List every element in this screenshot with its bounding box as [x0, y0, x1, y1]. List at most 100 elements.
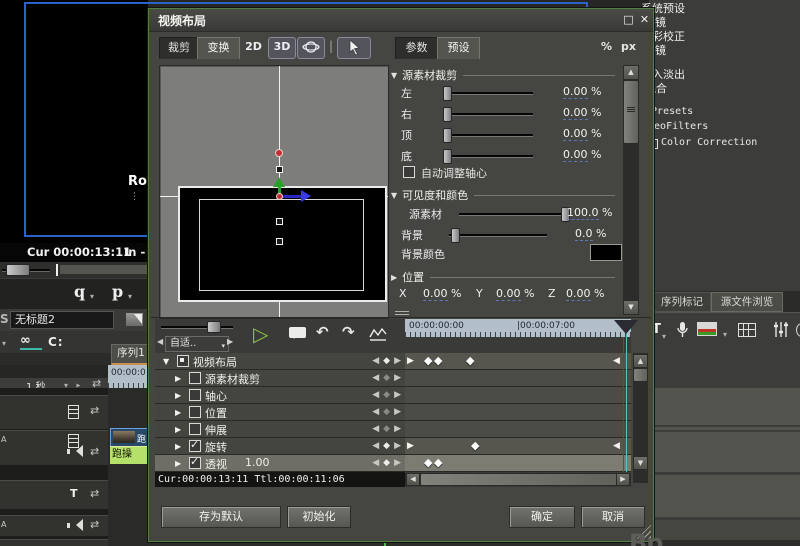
rotate-sphere-button[interactable]: [297, 37, 325, 59]
next-key-icon[interactable]: ▶: [394, 424, 401, 434]
keyframe-diamond-icon[interactable]: ◆: [424, 456, 432, 469]
mixer-faders-icon[interactable]: [773, 321, 789, 338]
empty-track-row[interactable]: [651, 475, 800, 517]
slider-track[interactable]: [443, 134, 533, 136]
scroll-up-icon[interactable]: ▲: [623, 65, 639, 80]
kf-timeline-row-2[interactable]: [405, 387, 631, 404]
effects-tree-item[interactable]: Color Correction: [661, 137, 757, 148]
comment-bubble-icon[interactable]: [289, 327, 306, 339]
empty-track-row[interactable]: [651, 388, 800, 425]
speaker-cone-icon[interactable]: [70, 445, 83, 457]
out-point-caret-icon[interactable]: ▾: [128, 292, 132, 301]
prev-key-icon[interactable]: ◀: [372, 441, 379, 451]
parameters-scrollbar[interactable]: ▲ ▼: [623, 65, 639, 315]
prev-key-icon[interactable]: ◀: [372, 356, 379, 366]
auto-pivot-checkbox[interactable]: [403, 166, 415, 178]
splitter-grip[interactable]: [395, 311, 409, 316]
ok-button[interactable]: 确定: [509, 506, 575, 528]
rotate-handle[interactable]: [275, 149, 283, 157]
param-value[interactable]: 0.00 %: [563, 106, 601, 120]
in-point-caret-icon[interactable]: ▾: [90, 292, 94, 301]
kf-timeline-row-3[interactable]: [405, 404, 631, 421]
title-tool-caret-icon[interactable]: ▾: [662, 332, 666, 341]
prev-key-icon[interactable]: ◀: [372, 458, 379, 468]
keyframe-diamond-icon[interactable]: ◆: [434, 354, 442, 367]
project-name-field[interactable]: 无标题2: [10, 311, 114, 329]
prev-key-icon[interactable]: ◀: [372, 390, 379, 400]
slider-thumb[interactable]: [443, 128, 452, 143]
select-tool-button[interactable]: [337, 37, 371, 59]
param-value[interactable]: 0.00 %: [563, 85, 601, 99]
seek-track[interactable]: [60, 265, 148, 274]
scroll-down-icon[interactable]: ▼: [623, 300, 639, 315]
keyframe-diamond-icon[interactable]: ◆: [471, 439, 479, 452]
kf-timeline-row-4[interactable]: [405, 421, 631, 438]
axis-value[interactable]: 0.00: [423, 287, 448, 301]
undo-icon[interactable]: ↶: [316, 323, 329, 341]
bottom-edge-handle[interactable]: [276, 238, 283, 245]
prev-key-icon[interactable]: ◀: [372, 373, 379, 383]
next-key-icon[interactable]: ▶: [394, 356, 401, 366]
c-mode-icon[interactable]: C:: [48, 335, 64, 349]
scroll-up-icon[interactable]: ▲: [633, 354, 648, 368]
kf-nav[interactable]: ◀ ◆ ▶: [368, 390, 401, 400]
view-2d-button[interactable]: 2D: [241, 37, 266, 57]
track-sync-icon[interactable]: ⇄: [90, 518, 99, 531]
scale-expand-icon[interactable]: ▾: [74, 383, 83, 387]
timeline-ruler-left[interactable]: 00:00:0: [108, 365, 148, 388]
kf-checkbox[interactable]: [189, 423, 201, 435]
speaker-cone-icon[interactable]: [70, 519, 83, 531]
param-value[interactable]: 100.0: [567, 206, 599, 220]
track-header-va[interactable]: A ⇄: [0, 430, 108, 465]
axis-value[interactable]: 0.00: [496, 287, 521, 301]
kf-checkbox[interactable]: [189, 389, 201, 401]
kf-zoom-thumb[interactable]: [207, 321, 221, 333]
scrollbar-thumb[interactable]: [633, 368, 648, 382]
keyframe-diamond-icon[interactable]: ◆: [434, 456, 442, 469]
slider-thumb[interactable]: [443, 107, 452, 122]
mode-caret-icon[interactable]: ▾: [2, 339, 6, 348]
add-key-icon[interactable]: ◆: [383, 407, 390, 417]
track-sync-icon[interactable]: ⇄: [90, 404, 99, 417]
track-header-a2[interactable]: [0, 539, 108, 546]
slider-track[interactable]: [443, 155, 533, 157]
video-track-icon[interactable]: [68, 405, 79, 419]
tab-parameters[interactable]: 参数: [395, 37, 438, 59]
kf-nav[interactable]: ◀ ◆ ▶: [368, 458, 401, 468]
section-source-crop[interactable]: ▼ 源素材裁剪: [391, 67, 615, 83]
kf-timeline-row-1[interactable]: [405, 370, 631, 387]
kf-row-2[interactable]: ▶ 轴心 ◀ ◆ ▶: [155, 387, 405, 404]
selected-clip[interactable]: 跑: [110, 428, 150, 448]
next-key-icon[interactable]: ▶: [394, 441, 401, 451]
prev-icon[interactable]: ◀: [157, 337, 163, 346]
param-value[interactable]: 0.00 %: [563, 148, 601, 162]
expand-icon[interactable]: ▶: [391, 273, 397, 282]
slider-thumb[interactable]: [443, 86, 452, 101]
param-value[interactable]: 0.00 %: [563, 127, 601, 141]
expand-icon[interactable]: ▼: [163, 357, 169, 366]
unit-percent-button[interactable]: %: [601, 40, 612, 53]
maximize-icon[interactable]: □: [621, 13, 636, 28]
kf-row-6[interactable]: ▶ ✓ 透视 1.00 ◀ ◆ ▶: [155, 455, 405, 472]
kf-checkbox[interactable]: [189, 406, 201, 418]
clock-icon[interactable]: [796, 323, 800, 337]
kf-nav[interactable]: ◀ ◆ ▶: [368, 424, 401, 434]
track-sync-icon[interactable]: ⇄: [90, 445, 99, 458]
expand-icon[interactable]: ▶: [175, 391, 181, 400]
set-in-point-icon[interactable]: q: [74, 282, 85, 301]
x-axis-arrow-icon[interactable]: [301, 190, 317, 202]
expand-icon[interactable]: ▶: [175, 374, 181, 383]
play-icon[interactable]: ▷: [253, 322, 268, 346]
prev-key-icon[interactable]: ◀: [372, 424, 379, 434]
slider-track[interactable]: [459, 213, 569, 215]
anchor-point[interactable]: [276, 193, 283, 200]
audio-clip[interactable]: 跑操: [110, 446, 150, 464]
tab-transform[interactable]: 变换: [197, 37, 240, 59]
axis-value[interactable]: 0.00: [566, 287, 591, 301]
param-value[interactable]: 0.0: [575, 227, 593, 241]
section-visibility[interactable]: ▼ 可见度和颜色: [391, 187, 615, 203]
tab-presets[interactable]: 预设: [437, 37, 480, 59]
next-icon[interactable]: ▶: [227, 337, 233, 346]
scrollbar-thumb[interactable]: [623, 80, 639, 144]
layout-preview-canvas[interactable]: [159, 65, 389, 319]
